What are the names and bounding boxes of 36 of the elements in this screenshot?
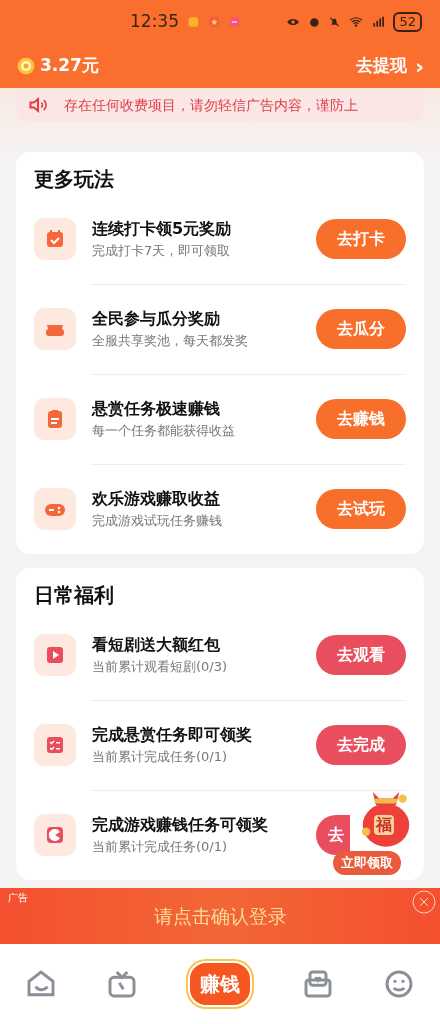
task-title: 全民参与瓜分奖励 (92, 308, 221, 331)
section-title: 更多玩法 (34, 166, 115, 193)
action-button[interactable]: 去试玩 (316, 489, 406, 529)
balance-amount: 3.27元 (40, 54, 99, 78)
action-button[interactable]: 去打卡 (316, 219, 406, 259)
action-button[interactable]: 去 (316, 815, 350, 855)
action-button[interactable]: 去完成 (316, 725, 406, 765)
task-title: 欢乐游戏赚取收益 (92, 488, 221, 511)
withdraw-link[interactable]: 去提现 › (355, 49, 424, 83)
earn-tab[interactable]: 赚钱 (188, 961, 252, 1007)
task-subtitle: 完成游戏试玩任务赚钱 (92, 512, 223, 531)
task-title: 连续打卡领5元奖励 (92, 218, 233, 241)
task-subtitle: 当前累计完成任务(0/1) (92, 838, 229, 857)
task-subtitle: 完成打卡7天，即可领取 (92, 242, 232, 261)
ad-text[interactable]: 请点击确认登录 (153, 901, 287, 931)
task-title: 看短剧送大额红包 (92, 634, 221, 657)
action-button[interactable]: 去观看 (316, 635, 406, 675)
task-title: 完成悬赏任务即可领奖 (92, 724, 253, 747)
task-subtitle: 当前累计观看短剧(0/3) (92, 658, 229, 677)
coin-icon (16, 56, 36, 76)
ad-tag: 广告 (8, 890, 28, 905)
battery-indicator: 52 (393, 12, 422, 32)
close-icon[interactable] (412, 890, 436, 914)
task-subtitle: 每一个任务都能获得收益 (92, 422, 236, 441)
status-time: 12:35 (130, 10, 179, 34)
bag-character: 福 (374, 815, 394, 835)
speaker-icon (28, 95, 48, 115)
claim-now-button[interactable]: 立即领取 (333, 851, 401, 875)
action-button[interactable]: 去瓜分 (316, 309, 406, 349)
task-subtitle: 全服共享奖池，每天都发奖 (92, 332, 249, 351)
action-button[interactable]: 去赚钱 (316, 399, 406, 439)
notice-text: 存在任何收费项目，请勿轻信广告内容，谨防上 (64, 95, 358, 115)
section-title: 日常福利 (34, 582, 115, 609)
task-title: 悬赏任务极速赚钱 (92, 398, 221, 421)
task-subtitle: 当前累计完成任务(0/1) (92, 748, 229, 767)
task-title: 完成游戏赚钱任务可领奖 (92, 814, 269, 837)
